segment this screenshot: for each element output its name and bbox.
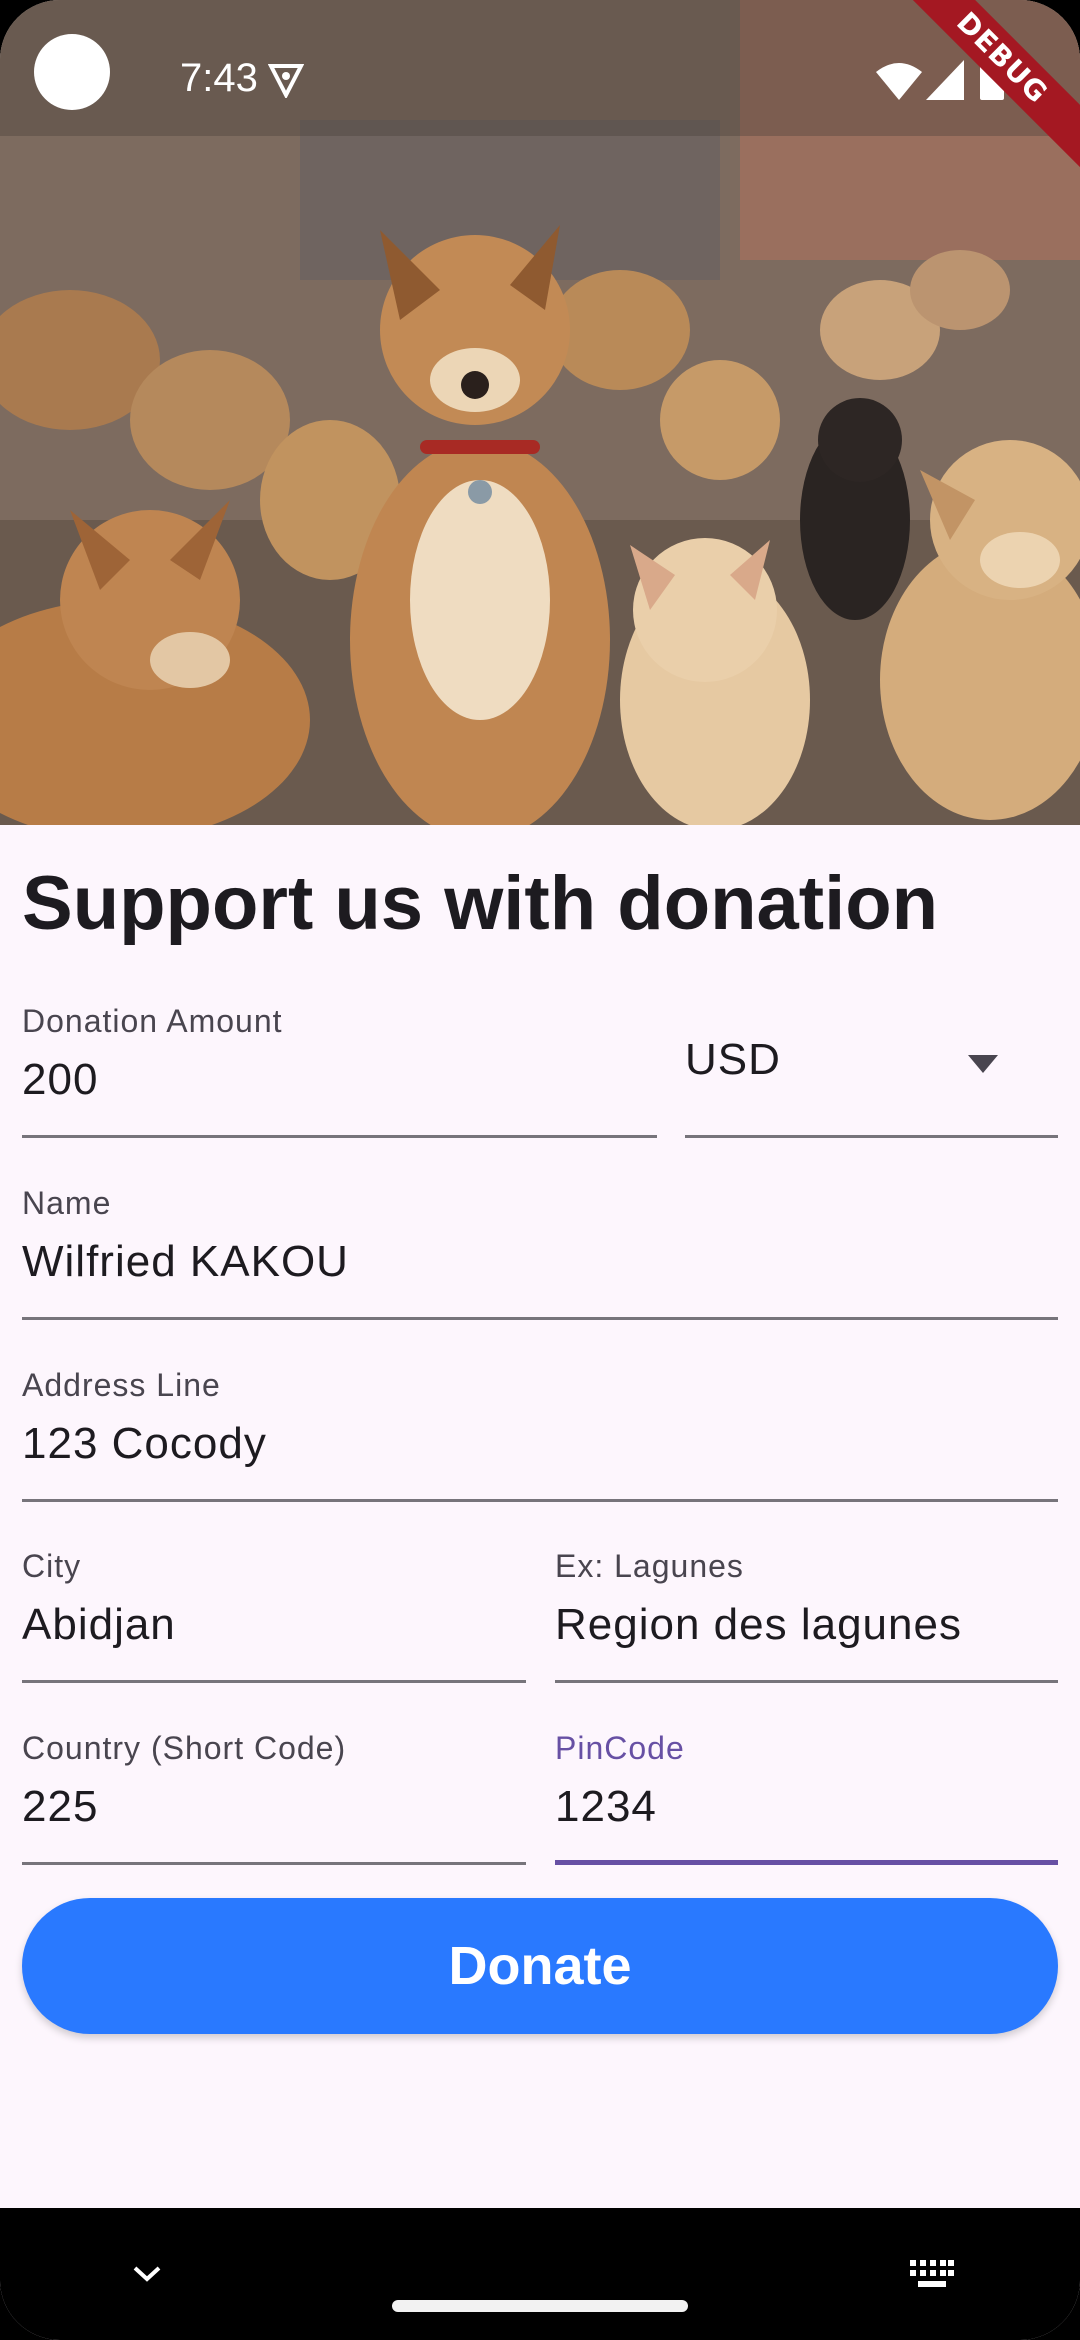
address-label: Address Line: [22, 1367, 221, 1403]
camera-cutout: [34, 34, 110, 110]
name-field[interactable]: Name Wilfried KAKOU: [22, 1185, 1058, 1320]
region-value[interactable]: Region des lagunes: [555, 1600, 962, 1650]
page-title: Support us with donation: [22, 861, 939, 946]
pincode-field[interactable]: PinCode 1234: [555, 1730, 1058, 1865]
dropdown-arrow-icon[interactable]: [968, 1055, 998, 1073]
donate-button[interactable]: Donate: [22, 1898, 1058, 2034]
home-handle[interactable]: [392, 2300, 688, 2312]
address-field[interactable]: Address Line 123 Cocody: [22, 1367, 1058, 1502]
country-field[interactable]: Country (Short Code) 225: [22, 1730, 526, 1865]
country-value[interactable]: 225: [22, 1782, 98, 1832]
address-value[interactable]: 123 Cocody: [22, 1419, 267, 1469]
pincode-label: PinCode: [555, 1730, 685, 1766]
city-field[interactable]: City Abidjan: [22, 1548, 526, 1683]
currency-dropdown[interactable]: USD: [685, 1003, 1058, 1138]
city-value[interactable]: Abidjan: [22, 1600, 176, 1650]
donation-amount-label: Donation Amount: [22, 1003, 283, 1039]
keyboard-icon[interactable]: [910, 2260, 954, 2290]
city-label: City: [22, 1548, 82, 1584]
donation-amount-field[interactable]: Donation Amount 200: [22, 1003, 657, 1138]
name-label: Name: [22, 1185, 112, 1221]
region-label: Ex: Lagunes: [555, 1548, 744, 1584]
pincode-value[interactable]: 1234: [555, 1782, 657, 1832]
app-screen: 7:43 DEBUG Support us with donation Dona…: [0, 0, 1080, 2340]
country-label: Country (Short Code): [22, 1730, 347, 1766]
status-time: 7:43: [180, 56, 258, 100]
donation-amount-value[interactable]: 200: [22, 1055, 98, 1105]
status-bar: 7:43: [0, 0, 1080, 136]
cell-signal-icon: [926, 60, 964, 100]
nav-chevron-down-icon[interactable]: [132, 2264, 162, 2284]
navigation-bar: [0, 2208, 1080, 2340]
vpn-key-icon: [268, 64, 304, 98]
name-value[interactable]: Wilfried KAKOU: [22, 1237, 349, 1287]
region-field[interactable]: Ex: Lagunes Region des lagunes: [555, 1548, 1058, 1683]
wifi-icon: [876, 63, 922, 100]
currency-value: USD: [685, 1035, 781, 1084]
